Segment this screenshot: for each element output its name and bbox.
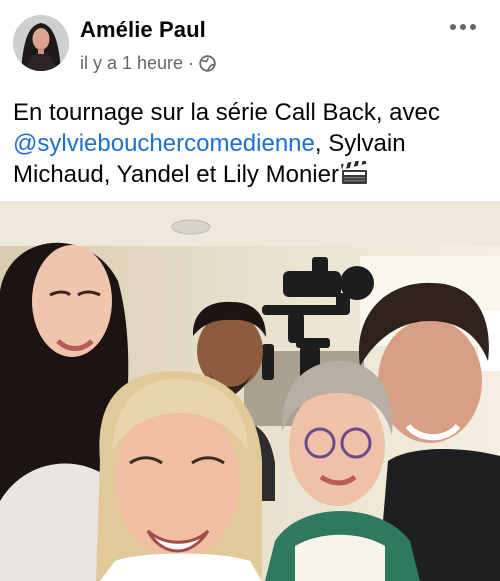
meta-separator: · — [188, 53, 195, 73]
post-text-continued: , Sylvain — [314, 130, 406, 157]
more-horizontal-icon[interactable] — [450, 22, 476, 32]
post-meta: il y a 1 heure · — [80, 53, 216, 74]
author-name[interactable]: Amélie Paul — [80, 17, 206, 43]
post-text: En tournage sur la série Call Back, avec… — [13, 97, 483, 190]
post-header: Amélie Paul il y a 1 heure · — [0, 0, 500, 88]
post-text-intro: En tournage sur la série Call Back, avec — [13, 99, 440, 126]
author-avatar[interactable] — [13, 15, 69, 71]
clapper-board-icon — [340, 158, 368, 185]
globe-icon[interactable] — [199, 55, 216, 72]
post-text-ending: Michaud, Yandel et Lily Monier — [13, 161, 339, 188]
post-photo[interactable] — [0, 201, 500, 581]
mention-link[interactable]: @sylviebouchercomedienne — [13, 130, 315, 157]
post-timestamp[interactable]: il y a 1 heure — [80, 53, 183, 74]
